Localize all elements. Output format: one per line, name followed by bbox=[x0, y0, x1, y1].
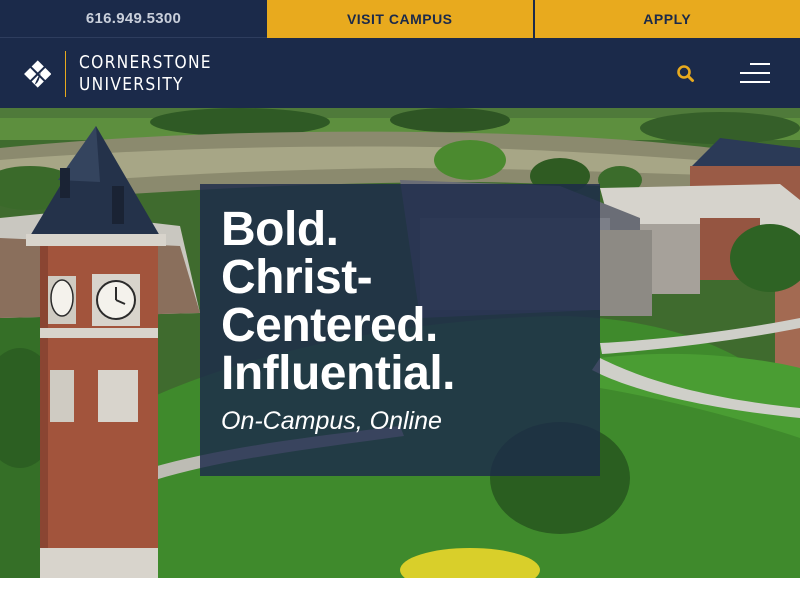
main-header: CORNERSTONE UNIVERSITY bbox=[0, 38, 800, 108]
headline-line-4: Influential. bbox=[221, 347, 456, 400]
logo-wordmark: CORNERSTONE UNIVERSITY bbox=[79, 52, 212, 96]
menu-line bbox=[740, 72, 770, 74]
headline-line-3: Centered. bbox=[221, 299, 438, 352]
menu-line bbox=[740, 81, 770, 83]
hamburger-menu-icon[interactable] bbox=[736, 61, 774, 87]
phone-link[interactable]: 616.949.5300 bbox=[0, 0, 267, 38]
hero-headline: Bold. Christ- Centered. Influential. bbox=[221, 206, 580, 398]
headline-line-1: Bold. bbox=[221, 203, 339, 256]
hero-section: Bold. Christ- Centered. Influential. On-… bbox=[0, 108, 800, 578]
apply-button[interactable]: APPLY bbox=[532, 0, 800, 38]
visit-campus-button[interactable]: VISIT CAMPUS bbox=[267, 0, 533, 38]
hero-subheading: On-Campus, Online bbox=[221, 407, 442, 435]
logo-line-2: UNIVERSITY bbox=[79, 74, 185, 95]
page-content-start bbox=[0, 578, 800, 600]
logo-line-1: CORNERSTONE bbox=[79, 52, 213, 73]
headline-line-2: Christ- bbox=[221, 251, 373, 304]
hero-text-panel: Bold. Christ- Centered. Influential. On-… bbox=[200, 184, 600, 476]
search-button[interactable] bbox=[674, 62, 698, 86]
university-logo[interactable]: CORNERSTONE UNIVERSITY bbox=[24, 46, 234, 102]
cornerstone-logo-icon bbox=[24, 60, 52, 88]
utility-bar: 616.949.5300 VISIT CAMPUS APPLY bbox=[0, 0, 800, 38]
logo-divider bbox=[65, 51, 67, 97]
search-icon bbox=[677, 65, 694, 82]
menu-line bbox=[750, 63, 770, 65]
